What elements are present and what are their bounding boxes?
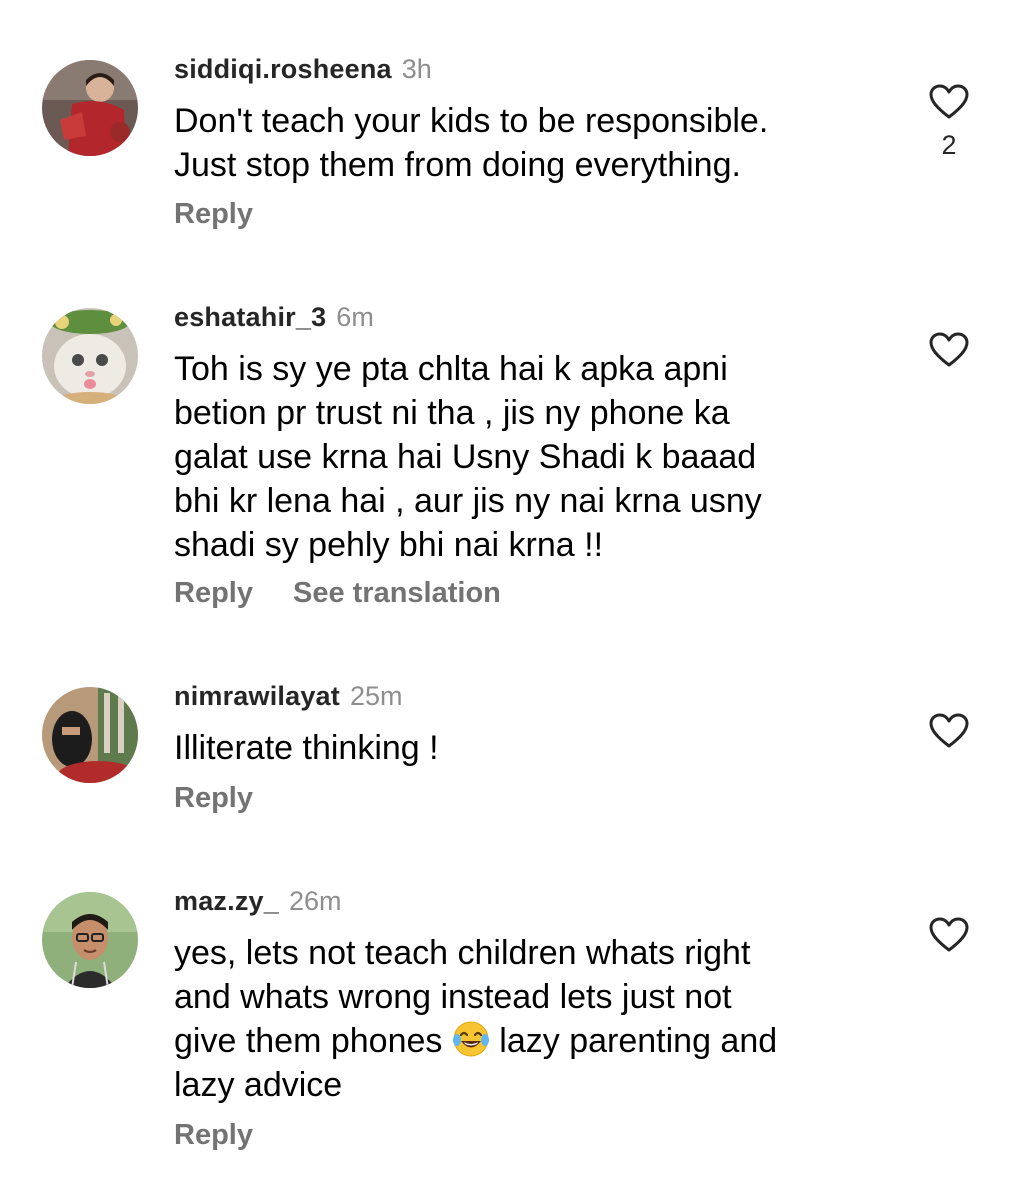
heart-outline-icon[interactable] xyxy=(926,713,972,749)
timestamp: 3h xyxy=(401,54,432,84)
username[interactable]: eshatahir_3 xyxy=(174,302,326,332)
comment-text: Don't teach your kids to be responsible.… xyxy=(174,102,769,184)
comment-header: maz.zy_ 26m xyxy=(174,886,342,917)
reply-button[interactable]: Reply xyxy=(174,1119,253,1151)
like-count: 2 xyxy=(941,130,957,160)
comment-text: yes, lets not teach children whats right… xyxy=(174,931,894,1107)
see-translation-button[interactable]: See translation xyxy=(293,577,501,609)
username[interactable]: maz.zy_ xyxy=(174,886,279,916)
reply-button[interactable]: Reply xyxy=(174,577,253,609)
heart-outline-icon[interactable] xyxy=(926,84,972,120)
username[interactable]: nimrawilayat xyxy=(174,681,340,711)
avatar[interactable] xyxy=(42,892,138,988)
timestamp: 26m xyxy=(288,886,342,916)
username[interactable]: siddiqi.rosheena xyxy=(174,54,392,84)
comment-actions: Reply xyxy=(174,782,293,815)
like-button[interactable] xyxy=(926,713,972,749)
heart-outline-icon[interactable] xyxy=(926,332,972,368)
heart-outline-icon[interactable] xyxy=(926,917,972,953)
comment-header: siddiqi.rosheena 3h xyxy=(174,54,432,85)
avatar[interactable] xyxy=(42,308,138,404)
avatar[interactable] xyxy=(42,687,138,783)
face-with-tears-of-joy-icon xyxy=(452,1020,490,1058)
comment-text: Toh is sy ye pta chlta hai k apka apni b… xyxy=(174,350,762,564)
comment-text: Illiterate thinking ! xyxy=(174,729,439,767)
comment-header: nimrawilayat 25m xyxy=(174,681,403,712)
timestamp: 25m xyxy=(349,681,403,711)
reply-button[interactable]: Reply xyxy=(174,782,253,814)
comment-actions: Reply xyxy=(174,198,293,231)
comment-actions: Reply See translation xyxy=(174,577,541,610)
comment-actions: Reply xyxy=(174,1119,293,1152)
timestamp: 6m xyxy=(336,302,374,332)
like-button[interactable]: 2 xyxy=(926,84,972,161)
like-button[interactable] xyxy=(926,332,972,368)
like-button[interactable] xyxy=(926,917,972,953)
avatar[interactable] xyxy=(42,60,138,156)
reply-button[interactable]: Reply xyxy=(174,198,253,230)
comment-header: eshatahir_3 6m xyxy=(174,302,374,333)
